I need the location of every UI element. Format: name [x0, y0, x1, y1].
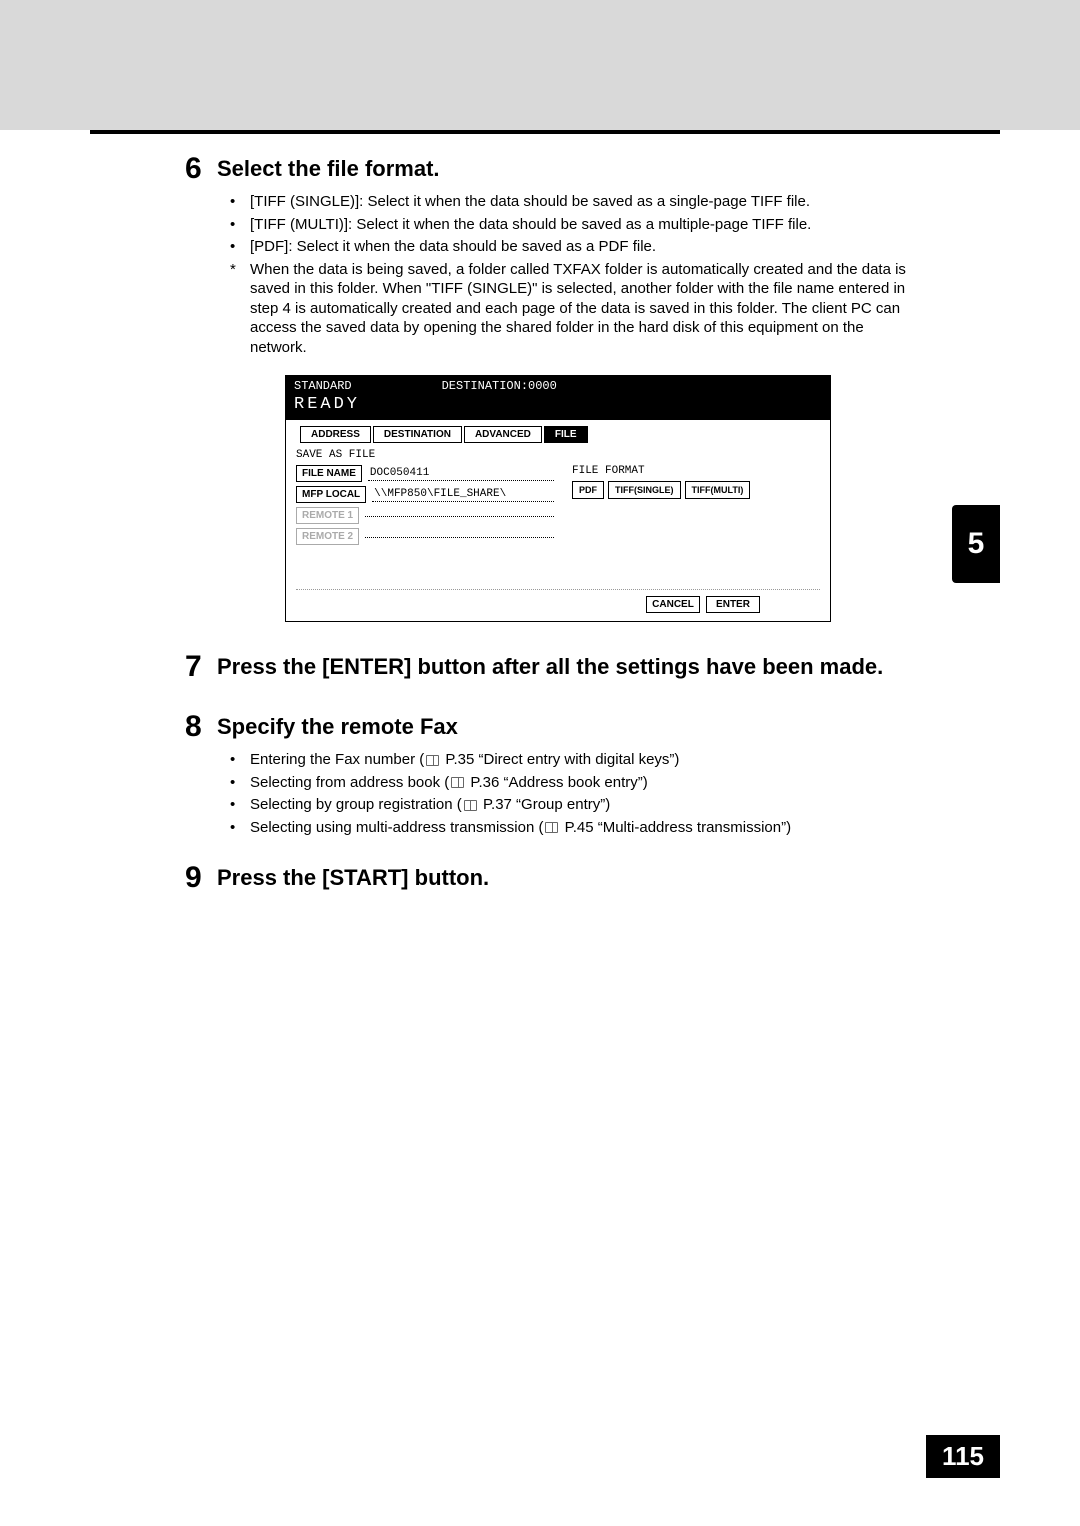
mfp-local-field[interactable]: \\MFP850\FILE_SHARE\: [372, 487, 554, 502]
asterisk-icon: *: [230, 260, 242, 358]
tab-file[interactable]: FILE: [544, 426, 588, 443]
step-number: 7: [185, 652, 207, 682]
step-number: 6: [185, 154, 207, 184]
bullet-icon: •: [230, 818, 242, 838]
list-item: • [TIFF (SINGLE)]: Select it when the dat…: [230, 192, 910, 212]
step-6: 6 Select the file format.: [185, 154, 910, 184]
step-9: 9 Press the [START] button.: [185, 863, 910, 893]
bullet-text: Selecting by group registration ( P.37 “…: [250, 795, 610, 815]
right-column: FILE FORMAT PDF TIFF(SINGLE) TIFF(MULTI): [572, 465, 820, 549]
page-number: 115: [926, 1435, 1000, 1478]
list-item: • [PDF]: Select it when the data should b…: [230, 237, 910, 257]
bullet-icon: •: [230, 773, 242, 793]
step-8-bullets: • Entering the Fax number ( P.35 “Direct …: [230, 750, 910, 837]
format-tiff-single-button[interactable]: TIFF(SINGLE): [608, 481, 681, 499]
list-item: • [TIFF (MULTI)]: Select it when the data…: [230, 215, 910, 235]
step-8-body: • Entering the Fax number ( P.35 “Direct …: [230, 750, 910, 837]
top-header-band: [0, 0, 1080, 130]
remote1-field[interactable]: [365, 514, 554, 517]
step-8: 8 Specify the remote Fax: [185, 712, 910, 742]
file-name-field[interactable]: DOC050411: [368, 466, 554, 481]
list-item: • Selecting from address book ( P.36 “Add…: [230, 773, 910, 793]
main-content: 6 Select the file format. • [TIFF (SINGLE…: [90, 130, 1000, 893]
remote2-field[interactable]: [365, 535, 554, 538]
bullet-icon: •: [230, 192, 242, 212]
file-name-button[interactable]: FILE NAME: [296, 465, 362, 482]
enter-button[interactable]: ENTER: [706, 596, 760, 613]
bullet-icon: •: [230, 215, 242, 235]
list-item: • Entering the Fax number ( P.35 “Direct …: [230, 750, 910, 770]
device-screen: STANDARD DESTINATION:0000 READY ADDRESS …: [285, 375, 831, 622]
step-7: 7 Press the [ENTER] button after all the…: [185, 652, 910, 682]
screen-body: SAVE AS FILE FILE NAME DOC050411 MFP LOC…: [286, 443, 830, 621]
bullet-text: Selecting using multi-address transmissi…: [250, 818, 791, 838]
step-title: Specify the remote Fax: [217, 712, 458, 742]
screen-standard-label: STANDARD: [294, 379, 352, 393]
remote1-button[interactable]: REMOTE 1: [296, 507, 359, 524]
bullet-text: [TIFF (MULTI)]: Select it when the data …: [250, 215, 811, 235]
step-title: Press the [START] button.: [217, 863, 489, 893]
tab-advanced[interactable]: ADVANCED: [464, 426, 542, 443]
tab-destination[interactable]: DESTINATION: [373, 426, 462, 443]
screen-header: STANDARD DESTINATION:0000 READY: [286, 376, 830, 420]
book-icon: [451, 777, 464, 788]
cancel-button[interactable]: CANCEL: [646, 596, 700, 613]
bullet-text: [TIFF (SINGLE)]: Select it when the data…: [250, 192, 810, 212]
mfp-local-button[interactable]: MFP LOCAL: [296, 486, 366, 503]
chapter-side-tab: 5: [952, 505, 1000, 583]
note-text: When the data is being saved, a folder c…: [250, 260, 910, 358]
step-title: Press the [ENTER] button after all the s…: [217, 652, 883, 682]
format-tiff-multi-button[interactable]: TIFF(MULTI): [685, 481, 751, 499]
save-as-file-label: SAVE AS FILE: [296, 449, 820, 461]
bullet-icon: •: [230, 750, 242, 770]
step-6-bullets: • [TIFF (SINGLE)]: Select it when the dat…: [230, 192, 910, 257]
left-column: FILE NAME DOC050411 MFP LOCAL \\MFP850\F…: [296, 465, 554, 549]
file-format-label: FILE FORMAT: [572, 465, 820, 477]
step-6-note: * When the data is being saved, a folder…: [230, 260, 910, 358]
list-item: • Selecting using multi-address transmiss…: [230, 818, 910, 838]
screen-footer: CANCEL ENTER: [296, 589, 820, 613]
bullet-text: Entering the Fax number ( P.35 “Direct e…: [250, 750, 679, 770]
step-6-body: • [TIFF (SINGLE)]: Select it when the dat…: [230, 192, 910, 357]
step-number: 9: [185, 863, 207, 893]
format-pdf-button[interactable]: PDF: [572, 481, 604, 499]
bullet-text: Selecting from address book ( P.36 “Addr…: [250, 773, 648, 793]
book-icon: [545, 822, 558, 833]
screen-ready-label: READY: [294, 393, 822, 414]
bullet-text: [PDF]: Select it when the data should be…: [250, 237, 656, 257]
tab-address[interactable]: ADDRESS: [300, 426, 371, 443]
step-number: 8: [185, 712, 207, 742]
book-icon: [426, 755, 439, 766]
remote2-button[interactable]: REMOTE 2: [296, 528, 359, 545]
screen-tabs: ADDRESS DESTINATION ADVANCED FILE: [286, 420, 830, 443]
step-title: Select the file format.: [217, 154, 440, 184]
bullet-icon: •: [230, 237, 242, 257]
bullet-icon: •: [230, 795, 242, 815]
screen-destination-label: DESTINATION:0000: [442, 379, 557, 393]
list-item: • Selecting by group registration ( P.37 …: [230, 795, 910, 815]
book-icon: [464, 800, 477, 811]
